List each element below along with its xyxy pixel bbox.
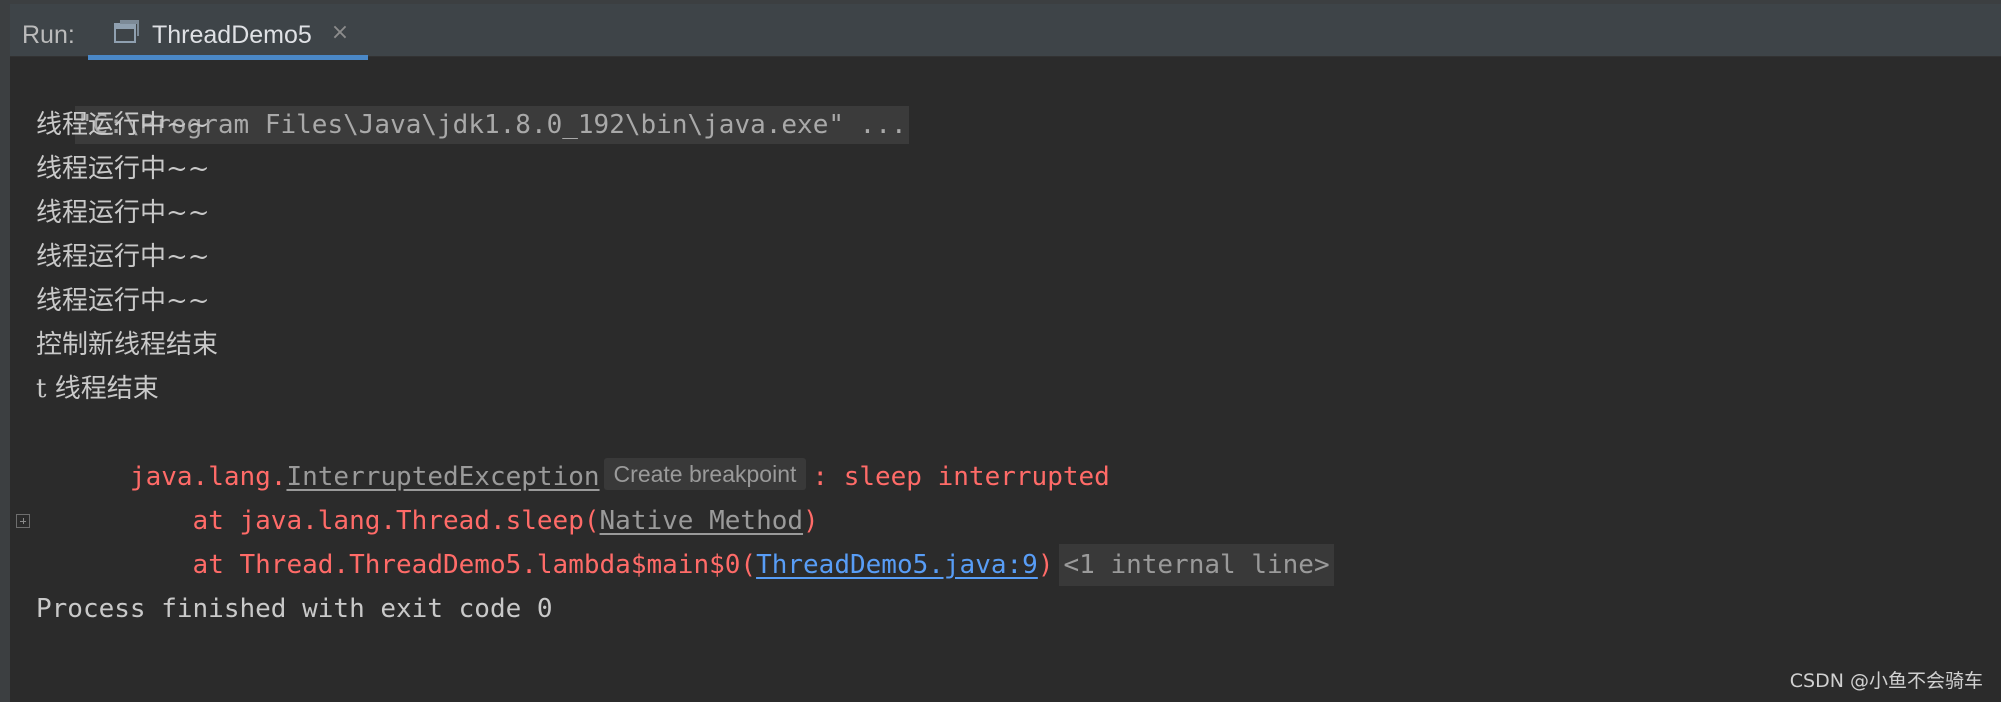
run-label: Run:: [22, 21, 75, 49]
output-line: 线程运行中~~: [36, 154, 210, 184]
stack-frame-text: at Thread.ThreadDemo5.lambda$main$0(: [129, 550, 757, 580]
internal-lines-fold[interactable]: <1 internal line>: [1059, 544, 1334, 586]
run-tool-header: Run: ThreadDemo5 ×: [0, 4, 2001, 60]
stack-frame: at Thread.ThreadDemo5.lambda$main$0(Thre…: [36, 499, 1334, 586]
tab-threaddemo5[interactable]: ThreadDemo5 ×: [88, 8, 368, 60]
source-file-link[interactable]: ThreadDemo5.java:9: [756, 550, 1038, 580]
left-gutter: [0, 0, 10, 702]
expand-fold-icon[interactable]: [16, 514, 30, 528]
stack-frame-suffix: ): [1037, 550, 1054, 580]
tab-title: ThreadDemo5: [152, 21, 312, 49]
output-line: 线程运行中~~: [36, 242, 210, 272]
stack-frame: at java.lang.Thread.sleep(Native Method): [36, 455, 819, 536]
run-tool-window: Run: ThreadDemo5 × "C:\Program Files\Jav…: [0, 0, 2001, 702]
output-line: 线程运行中~~: [36, 110, 210, 140]
exception-line: java.lang.InterruptedException Create bre…: [36, 411, 1110, 492]
command-line-row: "C:\Program Files\Java\jdk1.8.0_192\bin\…: [36, 59, 909, 144]
run-config-icon: [114, 20, 139, 43]
close-icon[interactable]: ×: [328, 20, 352, 46]
exit-message: Process finished with exit code 0: [36, 594, 553, 624]
output-line: t 线程结束: [36, 374, 159, 404]
output-line: 控制新线程结束: [36, 330, 219, 360]
watermark: CSDN @小鱼不会骑车: [1789, 670, 1983, 692]
output-line: 线程运行中~~: [36, 198, 210, 228]
output-line: 线程运行中~~: [36, 286, 210, 316]
exception-message: : sleep interrupted: [812, 462, 1110, 492]
